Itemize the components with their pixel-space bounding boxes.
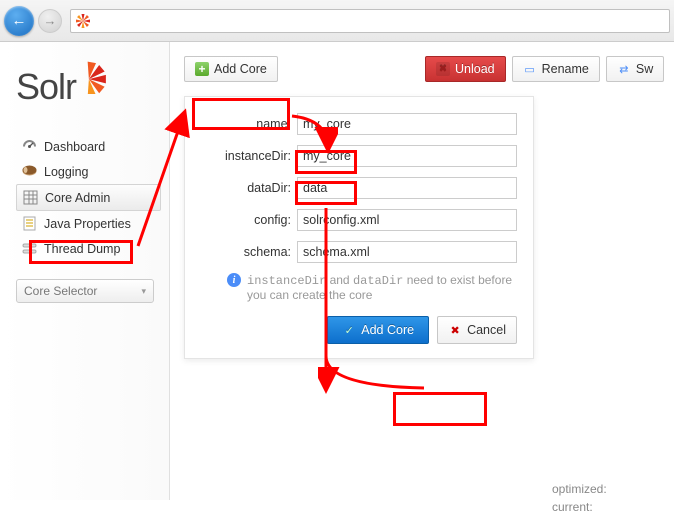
dashboard-icon [22, 139, 37, 154]
rename-icon: ▭ [523, 62, 537, 76]
solr-icon [75, 13, 91, 29]
button-label: Sw [636, 62, 653, 76]
main-content: + Add Core ✖ Unload ▭ Rename ⇄ Sw [170, 42, 674, 500]
sidebar-item-label: Logging [44, 165, 89, 179]
logging-icon [22, 164, 37, 179]
button-label: Cancel [467, 323, 506, 337]
status-panel: optimized: current: [552, 482, 607, 518]
unload-button[interactable]: ✖ Unload [425, 56, 506, 82]
submit-add-core-button[interactable]: ✓ Add Core [327, 316, 429, 344]
status-optimized: optimized: [552, 482, 607, 496]
logo: Solr [16, 60, 161, 108]
url-bar[interactable] [70, 9, 670, 33]
core-selector-dropdown[interactable]: Core Selector ▾ [16, 279, 154, 303]
add-core-button[interactable]: + Add Core [184, 56, 278, 82]
status-current: current: [552, 500, 607, 514]
sidebar-item-logging[interactable]: Logging [16, 159, 161, 184]
toolbar: + Add Core ✖ Unload ▭ Rename ⇄ Sw [184, 56, 674, 82]
sidebar-item-label: Core Admin [45, 191, 110, 205]
thread-dump-icon [22, 241, 37, 256]
sidebar-item-java-properties[interactable]: Java Properties [16, 211, 161, 236]
cancel-button[interactable]: ✖ Cancel [437, 316, 517, 344]
button-label: Unload [455, 62, 495, 76]
core-selector-label: Core Selector [24, 284, 97, 298]
x-icon: ✖ [448, 323, 462, 337]
add-core-form: name: instanceDir: dataDir: config: sche… [184, 96, 534, 359]
solr-logo-icon [74, 60, 108, 94]
instancedir-input[interactable] [297, 145, 517, 167]
swap-button[interactable]: ⇄ Sw [606, 56, 664, 82]
browser-toolbar: ← → [0, 0, 674, 42]
schema-input[interactable] [297, 241, 517, 263]
datadir-input[interactable] [297, 177, 517, 199]
button-label: Add Core [361, 323, 414, 337]
java-properties-icon [22, 216, 37, 231]
instancedir-label: instanceDir: [201, 149, 291, 163]
arrow-left-icon: ← [12, 12, 27, 29]
chevron-down-icon: ▾ [141, 286, 146, 297]
plus-icon: + [195, 62, 209, 76]
back-button[interactable]: ← [4, 6, 34, 36]
name-input[interactable] [297, 113, 517, 135]
info-icon: i [227, 273, 241, 287]
sidebar-item-label: Dashboard [44, 140, 105, 154]
sidebar-item-thread-dump[interactable]: Thread Dump [16, 236, 161, 261]
x-icon: ✖ [436, 62, 450, 76]
datadir-label: dataDir: [201, 181, 291, 195]
arrow-right-icon: → [44, 13, 57, 28]
forward-button[interactable]: → [38, 9, 62, 33]
swap-icon: ⇄ [617, 62, 631, 76]
hint-text: i instanceDir and dataDir need to exist … [201, 273, 517, 302]
button-label: Rename [542, 62, 589, 76]
logo-text: Solr [16, 66, 76, 108]
sidebar: Solr Dashboard Logging [0, 42, 170, 500]
button-label: Add Core [214, 62, 267, 76]
core-admin-icon [23, 190, 38, 205]
name-label: name: [201, 117, 291, 131]
config-input[interactable] [297, 209, 517, 231]
rename-button[interactable]: ▭ Rename [512, 56, 600, 82]
sidebar-item-label: Thread Dump [44, 242, 120, 256]
sidebar-item-dashboard[interactable]: Dashboard [16, 134, 161, 159]
check-icon: ✓ [342, 323, 356, 337]
sidebar-item-label: Java Properties [44, 217, 131, 231]
config-label: config: [201, 213, 291, 227]
sidebar-item-core-admin[interactable]: Core Admin [16, 184, 161, 211]
schema-label: schema: [201, 245, 291, 259]
